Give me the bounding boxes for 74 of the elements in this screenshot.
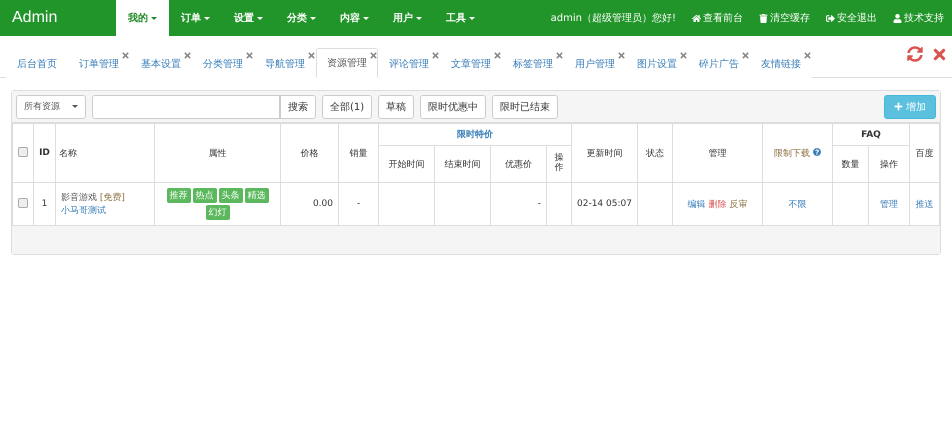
column-header: 状态	[637, 124, 672, 182]
top-link[interactable]: 清空缓存	[759, 11, 810, 25]
help-icon[interactable]	[812, 148, 821, 156]
select-all-checkbox[interactable]	[18, 146, 28, 156]
filter-button[interactable]: 全部(1)	[322, 94, 372, 118]
column-header: FAQ	[832, 124, 910, 146]
close-icon[interactable]	[741, 51, 750, 60]
greeting-text: admin（超级管理员）您好!	[550, 12, 676, 25]
tag-badge: 推荐	[166, 188, 190, 203]
brand-title: Admin	[11, 8, 58, 28]
category-text: 影音游戏	[61, 193, 97, 203]
column-header: 管理	[672, 124, 762, 182]
page-tab[interactable]: 资源管理	[316, 48, 378, 78]
tag-badge: 热点	[192, 188, 216, 203]
user-icon	[893, 14, 902, 22]
close-icon[interactable]	[617, 51, 626, 60]
trash-icon	[759, 14, 768, 22]
column-header: 百度	[909, 124, 940, 182]
logout-icon	[826, 14, 835, 22]
close-icon[interactable]	[183, 51, 192, 60]
nav-menu[interactable]: 分类	[275, 0, 328, 36]
refresh-icon[interactable]	[907, 46, 923, 62]
column-header: ID	[34, 124, 56, 182]
column-header: 名称	[56, 124, 154, 182]
tag-badge: 幻灯	[206, 205, 230, 220]
column-header: 更新时间	[572, 124, 638, 182]
top-link[interactable]: 安全退出	[826, 11, 877, 25]
faq-manage-link[interactable]: 管理	[880, 200, 898, 210]
tag-badge: 头条	[218, 188, 242, 203]
free-label: [免费]	[100, 193, 125, 203]
search-button[interactable]: 搜索	[280, 94, 316, 118]
close-icon[interactable]	[555, 51, 564, 60]
column-header: 结束时间	[434, 146, 490, 182]
top-link[interactable]: 技术支持	[893, 11, 944, 25]
action-link[interactable]: 反审	[729, 200, 748, 210]
top-link[interactable]: 查看前台	[692, 11, 743, 25]
close-icon[interactable]	[679, 51, 688, 60]
nav-menu[interactable]: 设置	[222, 0, 275, 36]
limit-link[interactable]: 不限	[788, 200, 806, 210]
close-icon[interactable]	[245, 51, 254, 60]
close-icon[interactable]	[369, 51, 378, 60]
column-header: 属性	[154, 124, 280, 182]
nav-menu[interactable]: 内容	[328, 0, 381, 36]
filter-button[interactable]: 限时优惠中	[420, 94, 486, 118]
close-icon[interactable]	[803, 51, 812, 60]
column-header: 限时特价	[378, 124, 572, 146]
resource-link[interactable]: 小马哥测试	[61, 204, 106, 217]
column-header: 操作	[554, 154, 564, 174]
row-checkbox[interactable]	[18, 198, 28, 208]
close-icon[interactable]	[931, 46, 948, 63]
column-header: 优惠价	[490, 146, 546, 182]
column-header: 限制下载	[774, 148, 810, 158]
nav-menu[interactable]: 我的	[116, 0, 169, 36]
filter-button[interactable]: 限时已结束	[492, 94, 558, 118]
column-header: 开始时间	[378, 146, 434, 182]
nav-menu[interactable]: 工具	[434, 0, 487, 36]
column-header: 数量	[832, 146, 868, 182]
nav-menu[interactable]: 订单	[169, 0, 222, 36]
close-icon[interactable]	[121, 51, 130, 60]
tag-badge: 精选	[244, 188, 268, 203]
close-icon[interactable]	[493, 51, 502, 60]
column-header: 销量	[338, 124, 378, 182]
search-field[interactable]	[92, 94, 280, 118]
action-link[interactable]: 删除	[708, 200, 726, 210]
nav-menu[interactable]: 用户	[381, 0, 434, 36]
action-link[interactable]: 编辑	[688, 200, 706, 210]
close-icon[interactable]	[307, 51, 316, 60]
close-icon[interactable]	[431, 51, 440, 60]
plus-icon	[894, 102, 903, 111]
home-icon	[692, 14, 701, 22]
push-link[interactable]: 推送	[915, 200, 934, 210]
filter-button[interactable]: 草稿	[378, 94, 414, 118]
column-header: 价格	[280, 124, 338, 182]
filter-select[interactable]: 所有资源	[16, 94, 86, 118]
